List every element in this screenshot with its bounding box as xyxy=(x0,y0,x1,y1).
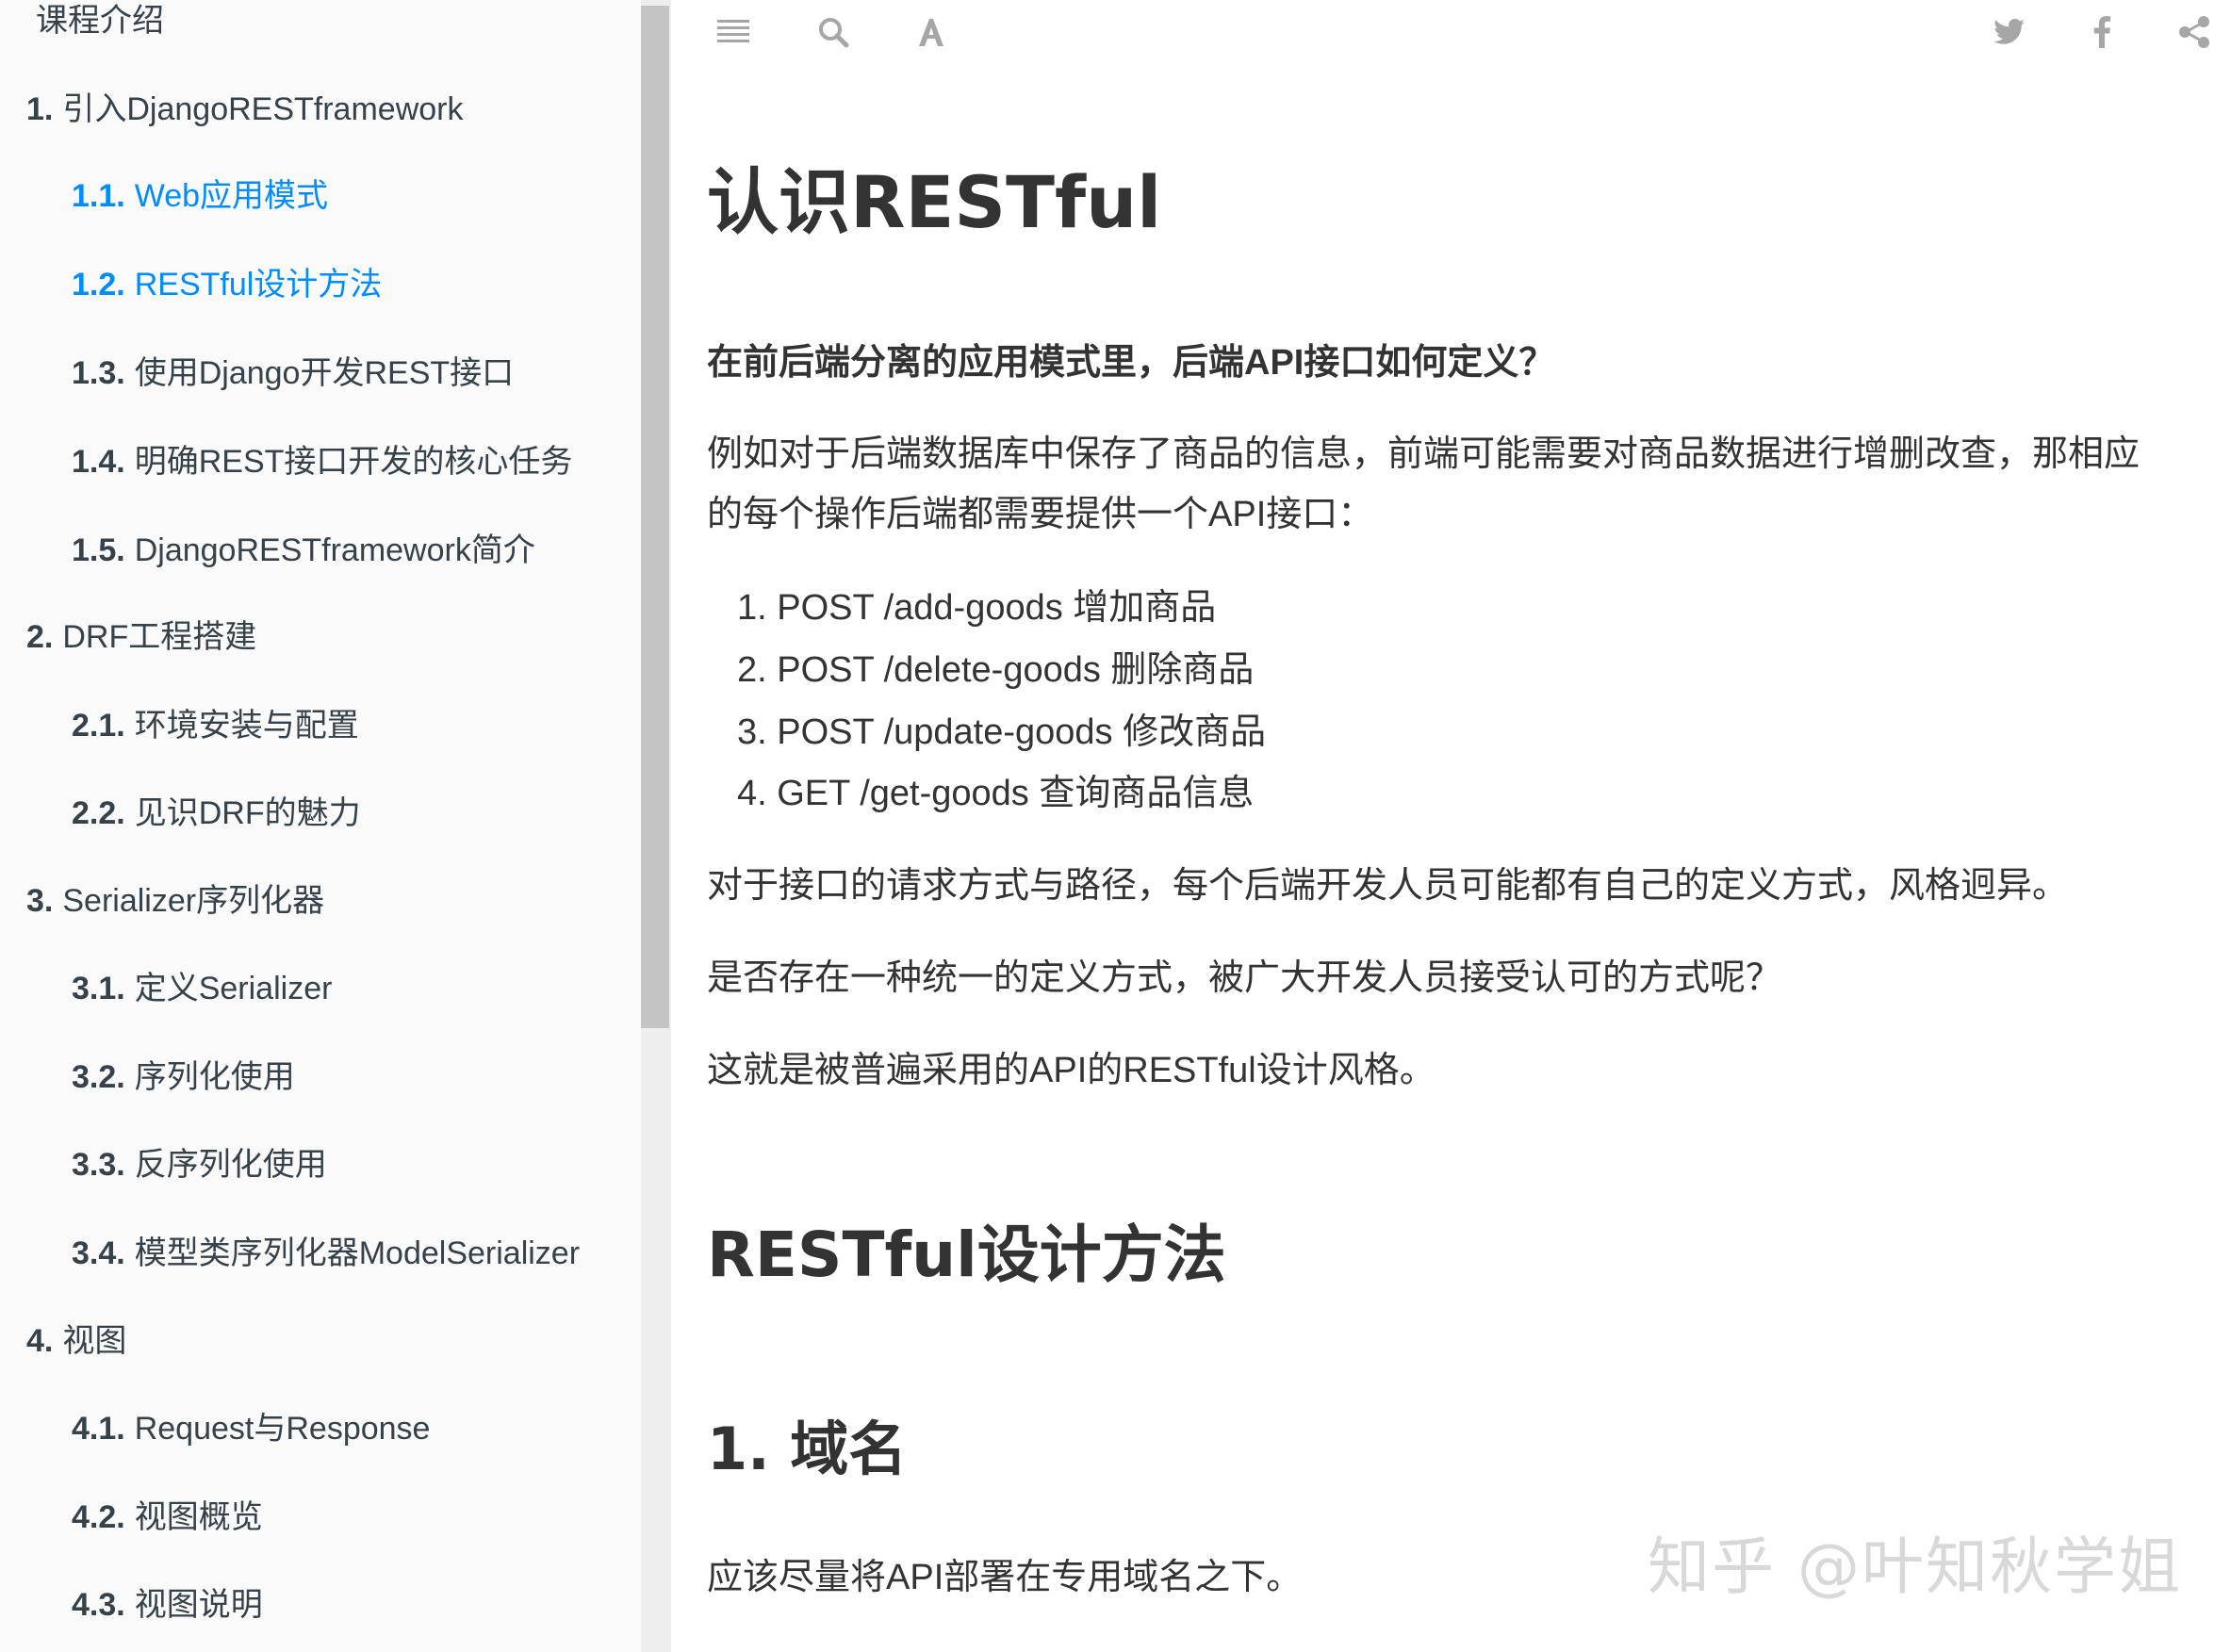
subsection-heading: 1. 域名 xyxy=(707,1415,908,1483)
sidebar-item-label: Web应用模式 xyxy=(134,178,329,214)
sidebar-item-1-4[interactable]: 1.4. 明确REST接口开发的核心任务 xyxy=(72,443,572,481)
watermark: 知乎 @叶知秋学姐 xyxy=(1648,1530,2182,1603)
page-root: 课程介绍 1. 引入DjangoRESTframework 1.1. Web应用模式… xyxy=(0,0,2231,1652)
main-content: 认识RESTful 在前后端分离的应用模式里，后端API接口如何定义？ 例如对于… xyxy=(671,66,2231,1652)
twitter-icon-glyph xyxy=(1993,19,2025,44)
lead-question: 在前后端分离的应用模式里，后端API接口如何定义？ xyxy=(707,343,1555,383)
sidebar-item-2-1[interactable]: 2.1. 环境安装与配置 xyxy=(72,707,359,744)
style-paragraph: 对于接口的请求方式与路径，每个后端开发人员可能都有自己的定义方式，风格迥异。 xyxy=(707,866,2069,906)
sidebar-item-label: 视图 xyxy=(62,1323,127,1359)
sidebar-item-label: DjangoRESTframework简介 xyxy=(134,532,535,568)
sidebar-item-label: RESTful设计方法 xyxy=(134,267,383,303)
top-toolbar xyxy=(671,0,2231,66)
domain-paragraph: 应该尽量将API部署在专用域名之下。 xyxy=(707,1558,1303,1597)
font-settings-icon-glyph xyxy=(919,19,943,46)
sidebar-item-label: 模型类序列化器ModelSerializer xyxy=(134,1235,581,1271)
sidebar-item-4-1[interactable]: 4.1. Request与Response xyxy=(72,1410,430,1448)
sidebar-item-2[interactable]: 2. DRF工程搭建 xyxy=(26,618,256,656)
search-icon[interactable] xyxy=(811,9,856,55)
sidebar-item-number: 3.4. xyxy=(72,1235,125,1271)
sidebar-item-number: 2.1. xyxy=(72,708,125,744)
twitter-icon[interactable] xyxy=(1987,9,2032,55)
sidebar-item-label: 见识DRF的魅力 xyxy=(134,795,361,831)
font-settings-icon[interactable] xyxy=(909,9,954,55)
sidebar-item-2-2[interactable]: 2.2. 见识DRF的魅力 xyxy=(72,794,361,832)
sidebar-item-number: 3.2. xyxy=(72,1059,125,1095)
sidebar-item-3-2[interactable]: 3.2. 序列化使用 xyxy=(72,1058,295,1096)
sidebar-item-3-4[interactable]: 3.4. 模型类序列化器ModelSerializer xyxy=(72,1235,580,1272)
sidebar-item-number: 1. xyxy=(26,91,54,127)
sidebar-item-label: 反序列化使用 xyxy=(134,1147,327,1183)
list-item: 3. POST /update-goods 修改商品 xyxy=(737,712,1267,752)
sidebar-item-label: Request与Response xyxy=(134,1411,431,1447)
sidebar-item-number: 4.1. xyxy=(72,1411,125,1447)
sidebar-item-label: 环境安装与配置 xyxy=(134,708,359,744)
question-paragraph: 是否存在一种统一的定义方式，被广大开发人员接受认可的方式呢？ xyxy=(707,958,1782,998)
menu-icon[interactable] xyxy=(711,9,756,55)
sidebar-item-number: 1.1. xyxy=(72,178,125,214)
sidebar-item-label: 视图说明 xyxy=(134,1587,263,1623)
search-icon-glyph xyxy=(819,18,849,48)
sidebar-item-1-3[interactable]: 1.3. 使用Django开发REST接口 xyxy=(72,354,514,392)
sidebar-item-label: 视图概览 xyxy=(134,1499,263,1535)
sidebar-item-label: 使用Django开发REST接口 xyxy=(134,355,515,391)
sidebar-item-4-2[interactable]: 4.2. 视图概览 xyxy=(72,1498,263,1536)
answer-paragraph: 这就是被普遍采用的API的RESTful设计风格。 xyxy=(707,1051,1435,1090)
sidebar-item-4[interactable]: 4. 视图 xyxy=(26,1322,126,1360)
list-item: 4. GET /get-goods 查询商品信息 xyxy=(737,774,1255,813)
sidebar-item-number: 3. xyxy=(26,883,54,919)
sidebar-item-number: 1.3. xyxy=(72,355,125,391)
sidebar-item-3-3[interactable]: 3.3. 反序列化使用 xyxy=(72,1146,327,1184)
sidebar-item-number: 1.2. xyxy=(72,267,125,303)
sidebar-item-3-1[interactable]: 3.1. 定义Serializer xyxy=(72,970,332,1007)
sidebar-item-label: 课程介绍 xyxy=(36,3,164,39)
sidebar-item-number: 4.3. xyxy=(72,1587,125,1623)
list-item: 2. POST /delete-goods 删除商品 xyxy=(737,650,1255,690)
sidebar-item-number: 1.4. xyxy=(72,444,125,480)
sidebar-item-1-2[interactable]: 1.2. RESTful设计方法 xyxy=(72,266,382,303)
section-heading: RESTful设计方法 xyxy=(707,1219,1226,1291)
sidebar-item-4-3[interactable]: 4.3. 视图说明 xyxy=(72,1586,263,1624)
share-icon[interactable] xyxy=(2172,9,2217,55)
sidebar-item-number: 3.3. xyxy=(72,1147,125,1183)
sidebar-item-number: 1.5. xyxy=(72,532,125,568)
sidebar-scrollbar-thumb[interactable] xyxy=(641,6,669,1028)
sidebar-item-label: 明确REST接口开发的核心任务 xyxy=(134,444,573,480)
sidebar-item-1-5[interactable]: 1.5. DjangoRESTframework简介 xyxy=(72,532,535,569)
share-icon-glyph xyxy=(2179,16,2209,48)
sidebar-item-number: 2. xyxy=(26,619,54,655)
list-item: 1. POST /add-goods 增加商品 xyxy=(737,588,1217,628)
sidebar-item-label: 引入DjangoRESTframework xyxy=(62,91,464,127)
sidebar-item-1-1[interactable]: 1.1. Web应用模式 xyxy=(72,177,328,215)
sidebar-item-number: 4.2. xyxy=(72,1499,125,1535)
sidebar-item-label: DRF工程搭建 xyxy=(62,619,257,655)
facebook-icon-glyph xyxy=(2093,16,2111,48)
menu-icon-glyph xyxy=(717,20,749,42)
intro-paragraph-line-1: 例如对于后端数据库中保存了商品的信息，前端可能需要对商品数据进行增删改查，那相应 xyxy=(707,434,2141,474)
sidebar-item-course-intro[interactable]: 课程介绍 xyxy=(26,2,164,40)
sidebar-item-number: 3.1. xyxy=(72,971,125,1006)
sidebar-item-label: 定义Serializer xyxy=(134,971,333,1006)
sidebar-item-1[interactable]: 1. 引入DjangoRESTframework xyxy=(26,90,463,128)
sidebar-item-3[interactable]: 3. Serializer序列化器 xyxy=(26,882,324,920)
sidebar-toc: 课程介绍 1. 引入DjangoRESTframework 1.1. Web应用模式… xyxy=(0,0,641,1652)
facebook-icon[interactable] xyxy=(2079,9,2124,55)
sidebar-item-label: Serializer序列化器 xyxy=(62,883,325,919)
sidebar-item-number: 2.2. xyxy=(72,795,125,831)
intro-paragraph-line-2: 的每个操作后端都需要提供一个API接口： xyxy=(707,495,1374,534)
sidebar-item-number: 4. xyxy=(26,1323,54,1359)
sidebar-item-label: 序列化使用 xyxy=(134,1059,295,1095)
page-title: 认识RESTful xyxy=(707,160,1162,244)
